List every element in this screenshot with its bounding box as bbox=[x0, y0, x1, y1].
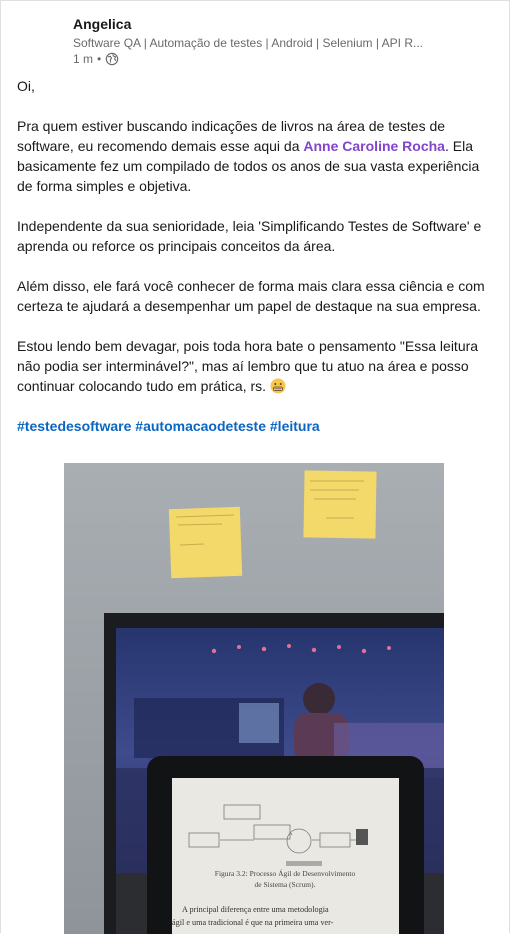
post-photo[interactable]: Figura 3.2: Processo Ágil de Desenvolvim… bbox=[64, 463, 444, 934]
globe-icon bbox=[105, 52, 119, 66]
post-paragraph-1: Pra quem estiver buscando indicações de … bbox=[17, 116, 487, 196]
post-paragraph-4: Estou lendo bem devagar, pois toda hora … bbox=[17, 336, 487, 396]
hashtag-link[interactable]: #testedesoftware bbox=[17, 418, 131, 434]
avatar[interactable] bbox=[17, 15, 65, 63]
figure-caption-subtitle: de Sistema (Scrum). bbox=[254, 880, 315, 889]
meta-separator: • bbox=[97, 52, 102, 66]
sticky-note-left bbox=[168, 506, 243, 579]
p4-text: Estou lendo bem devagar, pois toda hora … bbox=[17, 338, 479, 394]
post-text: Oi, Pra quem estiver buscando indicações… bbox=[17, 76, 487, 456]
post-paragraph-3: Além disso, ele fará você conhecer de fo… bbox=[17, 278, 485, 314]
author-headline: Software QA | Automação de testes | Andr… bbox=[73, 36, 423, 50]
hashtag-link[interactable]: #automacaodeteste bbox=[135, 418, 266, 434]
figure-caption-title: Figura 3.2: Processo Ágil de Desenvolvim… bbox=[215, 868, 356, 878]
book-text-line-2: ágil e uma tradicional é que na primeira… bbox=[172, 918, 334, 927]
photo-scene: Figura 3.2: Processo Ágil de Desenvolvim… bbox=[64, 463, 444, 934]
hashtag-link[interactable]: #leitura bbox=[270, 418, 320, 434]
e-reader: Figura 3.2: Processo Ágil de Desenvolvim… bbox=[147, 756, 424, 934]
post-greeting: Oi, bbox=[17, 78, 35, 94]
hashtag-list: #testedesoftware #automacaodeteste #leit… bbox=[17, 416, 487, 436]
mention-link[interactable]: Anne Caroline Rocha bbox=[303, 138, 445, 154]
post-time: 1 m bbox=[73, 52, 94, 66]
post-card: Angelica Software QA | Automação de test… bbox=[0, 0, 510, 934]
post-meta: 1 m • bbox=[73, 52, 119, 66]
grimacing-face-emoji bbox=[270, 378, 286, 394]
book-text-line-1: A principal diferença entre uma metodolo… bbox=[182, 905, 329, 914]
post-paragraph-2: Independente da sua senioridade, leia 'S… bbox=[17, 218, 482, 254]
author-name[interactable]: Angelica bbox=[73, 16, 131, 32]
sticky-note-right bbox=[303, 470, 377, 539]
